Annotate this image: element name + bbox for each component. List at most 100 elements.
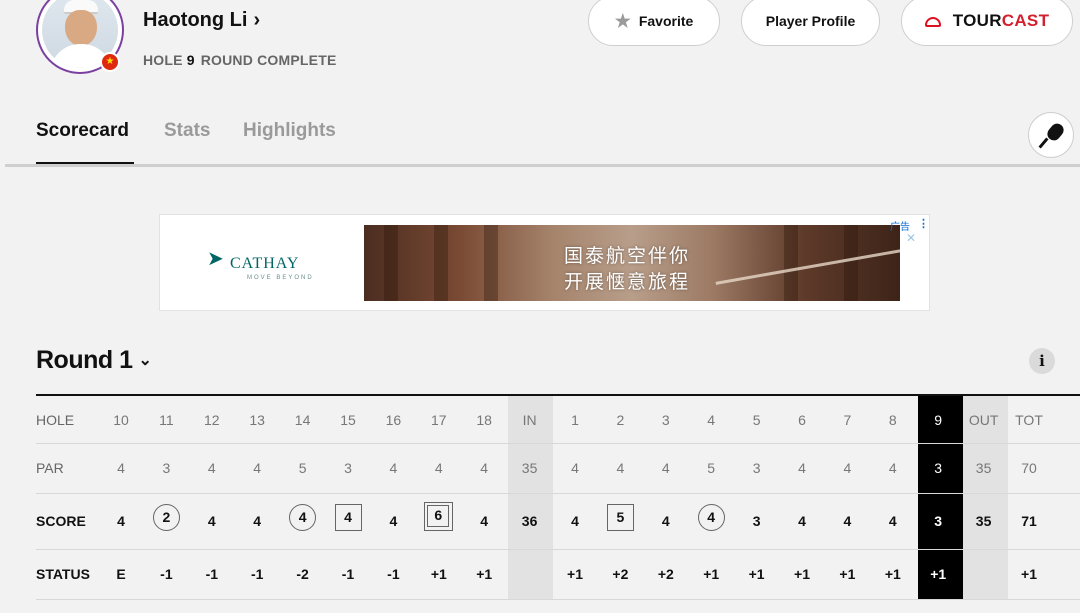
ad-image: 国泰航空伴你 开展惬意旅程 [364, 225, 900, 301]
hole-cell: 12 [204, 412, 220, 428]
ad-menu-icon[interactable]: ⋮ [918, 217, 929, 230]
par-cell: 3 [934, 460, 943, 476]
hole-cell: 13 [249, 412, 265, 428]
ad-brand: CATHAY [230, 255, 300, 272]
status-row-label: STATUS [36, 566, 90, 582]
par-cell: 3 [752, 460, 761, 476]
score-row-label: SCORE [36, 513, 86, 529]
ad-tagline: MOVE BEYOND [247, 275, 314, 281]
par-cell: 4 [207, 460, 216, 476]
hole-label: HOLE [143, 52, 183, 68]
score-cell: 6 [419, 502, 459, 531]
status-cell: -1 [205, 566, 219, 582]
score-cell: 36 [521, 513, 538, 529]
par-cell: 5 [707, 460, 716, 476]
under-par-mark: 4 [289, 504, 317, 531]
par-cell: 4 [843, 460, 852, 476]
info-icon[interactable]: i [1029, 348, 1055, 374]
score-cell: 4 [117, 513, 125, 529]
tab-highlights[interactable]: Highlights [243, 120, 336, 142]
round-title: Round 1 [36, 346, 133, 374]
microphone-handle [1038, 137, 1049, 149]
score-cell: 5 [600, 504, 640, 531]
hole-cell: 8 [888, 412, 897, 428]
ad-close-icon[interactable]: ✕ [906, 231, 916, 245]
cathay-logo-icon: ➤ [207, 248, 224, 270]
bogey-mark: 5 [606, 504, 634, 531]
ad-pillar [484, 225, 498, 301]
status-cell: E [116, 566, 126, 582]
par-cell: 4 [253, 460, 262, 476]
ad-stripe [715, 240, 900, 285]
status-cell: +1 [567, 566, 583, 582]
status-cell: +2 [612, 566, 629, 582]
score-cell: 4 [691, 504, 731, 531]
ad-headline-2: 开展惬意旅程 [564, 272, 691, 293]
tourcast-icon [924, 17, 941, 27]
player-name-link[interactable]: Haotong Li › [143, 9, 260, 32]
ad-pillar [844, 225, 858, 301]
par-cell: 4 [661, 460, 670, 476]
par-cell: 4 [616, 460, 625, 476]
score-cell: 71 [1021, 513, 1037, 529]
status-row: STATUS E -1 -1 -1 -2 -1 -1 +1 +1 +1 +2 +2 +1 +1 +1 +1 +1… [36, 550, 1080, 599]
par-row-label: PAR [36, 460, 64, 476]
advertisement-banner[interactable]: ➤ CATHAY MOVE BEYOND 国泰航空伴你 开展惬意旅程 广告 ⋮ … [159, 214, 930, 311]
ad-pillar [784, 225, 798, 301]
par-cell: 70 [1021, 460, 1037, 476]
status-cell: +1 [430, 566, 447, 582]
status-cell: -1 [160, 566, 173, 582]
par-cell: 4 [434, 460, 443, 476]
score-cell: 3 [934, 513, 943, 529]
par-cell: 4 [389, 460, 398, 476]
tab-stats[interactable]: Stats [164, 120, 210, 142]
row-divider [36, 599, 1080, 600]
par-cell: 5 [298, 460, 307, 476]
player-name: Haotong Li [143, 9, 248, 31]
hole-cell: 7 [843, 412, 852, 428]
scorecard-table: HOLE 10 11 12 13 14 15 16 17 18 IN 1 2 3 4 5 6 7 8 9 OUT TOT… [36, 396, 1080, 600]
double-bogey-mark: 6 [424, 502, 454, 531]
chevron-right-icon: › [253, 9, 261, 31]
player-profile-button[interactable]: Player Profile [741, 0, 880, 46]
status-cell: +1 [748, 566, 765, 582]
status-cell: +1 [476, 566, 493, 582]
score-cell: 4 [661, 513, 670, 529]
status-cell: -1 [250, 566, 264, 582]
tab-scorecard[interactable]: Scorecard [36, 120, 129, 142]
score-cell: 4 [843, 513, 852, 529]
tourcast-cast-label: CAST [1001, 11, 1050, 30]
favorite-label: Favorite [638, 13, 694, 29]
hole-cell: 14 [294, 412, 311, 428]
par-cell: 4 [798, 460, 806, 476]
hole-cell: 4 [707, 412, 716, 428]
microphone-button[interactable] [1028, 112, 1074, 158]
hole-cell: 11 [159, 412, 174, 428]
player-header: ★ Haotong Li › HOLE 9 ROUND COMPLETE ★ Favo… [0, 0, 1080, 98]
round-status: ROUND COMPLETE [200, 52, 337, 68]
tourcast-button[interactable]: TOUR CAST [901, 0, 1073, 46]
hole-cell: 17 [431, 412, 447, 428]
favorite-button[interactable]: ★ Favorite [588, 0, 720, 46]
hole-cell: 9 [934, 412, 943, 428]
par-cell: 3 [162, 460, 171, 476]
score-cell: 4 [283, 504, 323, 531]
par-cell: 4 [480, 460, 489, 476]
score-cell: 4 [328, 504, 368, 531]
score-cell: 2 [146, 504, 186, 531]
ad-pillar [434, 225, 448, 301]
hole-row-label: HOLE [36, 412, 75, 428]
hole-cell: OUT [968, 412, 999, 428]
hole-cell: IN [522, 412, 537, 428]
par-row: PAR 4 3 4 4 5 3 4 4 4 35 4 4 4 5 3 4 4 4 3 35 70 [36, 444, 1080, 493]
player-profile-label: Player Profile [765, 13, 856, 29]
round-selector[interactable]: Round 1 ⌄ [36, 346, 152, 375]
status-cell: -1 [341, 566, 355, 582]
hole-cell: 18 [476, 412, 492, 428]
score-cell: 4 [207, 513, 216, 529]
hole-number: 9 [186, 52, 195, 68]
player-tabs: Scorecard Stats Highlights [0, 98, 1080, 166]
status-cell: +2 [657, 566, 674, 582]
status-cell: +1 [884, 566, 901, 582]
score-cell: 4 [571, 513, 579, 529]
